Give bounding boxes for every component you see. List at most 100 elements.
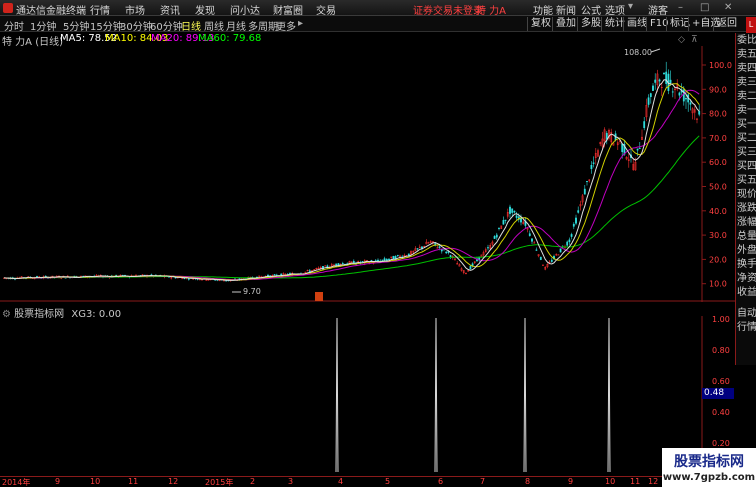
xtick-4: 4 — [338, 477, 344, 486]
diamond-icon[interactable]: ◇ — [678, 35, 685, 45]
side-item-2[interactable]: 卖四 — [737, 62, 756, 76]
candle-body — [445, 251, 448, 254]
xtick-12: 12 — [168, 477, 179, 486]
side-item-12[interactable]: 涨跌 — [737, 202, 756, 216]
menu-item-exchange[interactable]: 市场 — [125, 2, 145, 17]
trade-login-alert[interactable]: 证券交易未登录 — [413, 2, 483, 17]
ma60-label: MA60: 79.68 — [198, 33, 262, 44]
candle-body — [324, 265, 327, 267]
side-item-0[interactable]: 委比 — [737, 34, 756, 48]
period-30min[interactable]: 30分钟 — [120, 18, 153, 33]
period-daily[interactable]: 日线 — [181, 18, 201, 33]
candle-body — [583, 188, 586, 195]
xtick-10: 10 — [90, 477, 101, 486]
price-axis: 100.0 90.0 80.0 70.0 60.0 50.0 40.0 30.0 20.0 10.… — [702, 61, 732, 289]
candle-body — [509, 206, 511, 214]
menu-item-market[interactable]: 行情 — [90, 2, 110, 17]
indicator-axis-label: 0.40 — [712, 408, 730, 417]
side-item-6[interactable]: 买一 — [737, 118, 756, 132]
side-item-14[interactable]: 总量 — [737, 230, 756, 244]
candle-body — [187, 278, 190, 280]
side-item-17[interactable]: 净资 — [737, 272, 756, 286]
side-item-15[interactable]: 外盘 — [737, 244, 756, 258]
candle-body — [421, 246, 423, 249]
more-arrow-icon[interactable]: ▸ — [298, 18, 303, 29]
side-item-8[interactable]: 买三 — [737, 146, 756, 160]
window-close-icon[interactable]: ✕ — [724, 2, 732, 13]
period-5min[interactable]: 5分钟 — [63, 18, 89, 33]
multi-stock-button[interactable]: 多股 — [577, 17, 604, 31]
overlay-button[interactable]: 叠加 — [552, 17, 579, 31]
candle-body — [658, 79, 661, 82]
watermark-url: www.7gpzb.com — [662, 472, 756, 483]
menu-news[interactable]: 新闻 — [556, 2, 576, 17]
menu-guest-user[interactable]: 游客 — [648, 2, 668, 17]
xtick-9: 9 — [55, 477, 61, 486]
period-monthly[interactable]: 月线 — [226, 18, 246, 33]
period-more[interactable]: 更多 — [276, 18, 296, 33]
indicator-axis-label: 1.00 — [712, 316, 730, 324]
side-item-16[interactable]: 换手 — [737, 258, 756, 272]
watermark-title: 股票指标网 — [674, 454, 744, 470]
side-item-5[interactable]: 卖一 — [737, 104, 756, 118]
side-item-3[interactable]: 卖三 — [737, 76, 756, 90]
side-item-1[interactable]: 卖五 — [737, 48, 756, 62]
price-axis-label: 70.0 — [709, 134, 727, 143]
quote-item[interactable]: 行情 — [737, 321, 756, 335]
candle-body — [385, 258, 388, 261]
candle-body — [495, 234, 498, 238]
signal-spike — [335, 317, 339, 473]
period-toolbar: 分时 1分钟 5分钟 15分钟 30分钟 60分钟 日线 周线 月线 多周期 更… — [0, 16, 756, 33]
candle-body — [559, 248, 562, 253]
side-item-18[interactable]: 收益 — [737, 286, 756, 300]
side-item-10[interactable]: 买五 — [737, 174, 756, 188]
window-maximize-icon[interactable]: □ — [700, 2, 709, 13]
period-weekly[interactable]: 周线 — [204, 18, 224, 33]
minimize-icon[interactable]: ▾ — [628, 1, 633, 12]
menu-item-discover[interactable]: 发现 — [195, 2, 215, 17]
period-15min[interactable]: 15分钟 — [90, 18, 123, 33]
side-item-9[interactable]: 买四 — [737, 160, 756, 174]
collapse-icon[interactable]: ⊼ — [691, 35, 698, 45]
back-button[interactable]: 返回 — [713, 17, 740, 31]
panel-toggle-icon[interactable]: L — [746, 17, 756, 33]
candle-body — [647, 97, 650, 105]
period-multi[interactable]: 多周期 — [248, 18, 278, 33]
adjust-button[interactable]: 复权 — [527, 17, 554, 31]
menu-item-trade[interactable]: 交易 — [316, 2, 336, 17]
candle-body — [449, 255, 452, 258]
period-1min[interactable]: 1分钟 — [30, 18, 56, 33]
side-item-11[interactable]: 现价 — [737, 188, 756, 202]
current-value-box: 0.48 — [702, 388, 734, 399]
window-minimize-icon[interactable]: – — [678, 2, 683, 13]
menu-formula[interactable]: 公式 — [581, 2, 601, 17]
candle-body — [498, 227, 500, 229]
ma5-line — [3, 79, 700, 281]
menu-options[interactable]: 选项 — [605, 2, 625, 17]
auto-item[interactable]: 自动 — [737, 307, 756, 321]
period-60min[interactable]: 60分钟 — [150, 18, 183, 33]
xtick-2014: 2014年 — [2, 478, 31, 487]
side-item-13[interactable]: 涨幅 — [737, 216, 756, 230]
period-tick[interactable]: 分时 — [4, 18, 24, 33]
candle-body — [638, 147, 641, 149]
kline-chart[interactable]: 100.0 90.0 80.0 70.0 60.0 50.0 40.0 30.0 20.0 10.… — [0, 46, 735, 302]
menu-item-wealth[interactable]: 财富圈 — [273, 2, 303, 17]
candle-body — [669, 79, 672, 83]
side-item-4[interactable]: 卖二 — [737, 90, 756, 104]
menu-functions[interactable]: 功能 — [533, 2, 553, 17]
price-axis-label: 50.0 — [709, 183, 727, 192]
indicator-chart[interactable]: 1.000.800.600.400.200.00 — [0, 316, 735, 476]
menu-item-news[interactable]: 资讯 — [160, 2, 180, 17]
side-item-7[interactable]: 买二 — [737, 132, 756, 146]
xtick-5: 5 — [385, 477, 391, 486]
xtick-12b: 12 — [648, 477, 659, 486]
menu-item-assistant[interactable]: 问小达 — [230, 2, 260, 17]
candle-body — [590, 164, 593, 170]
current-stock-name: 特 力A — [476, 6, 507, 17]
ma10-line — [3, 83, 700, 281]
candle-body — [469, 266, 472, 270]
candle-body — [504, 219, 507, 221]
info-mine-marker-icon[interactable] — [315, 292, 323, 301]
candle-body — [502, 220, 505, 225]
